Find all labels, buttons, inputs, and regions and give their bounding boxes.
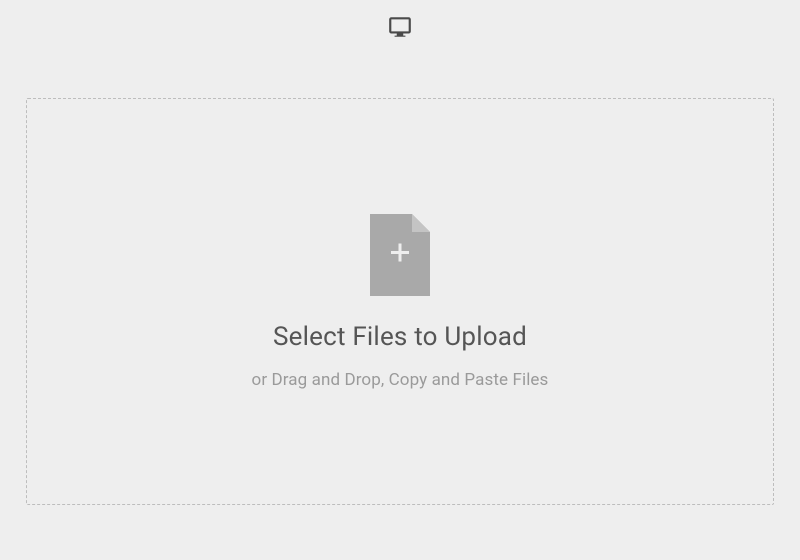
desktop-icon[interactable] <box>387 14 413 40</box>
file-dropzone[interactable]: Select Files to Upload or Drag and Drop,… <box>26 98 774 505</box>
top-bar <box>0 0 800 54</box>
dropzone-title: Select Files to Upload <box>273 322 527 352</box>
file-plus-icon <box>370 214 430 296</box>
dropzone-subtitle: or Drag and Drop, Copy and Paste Files <box>252 370 549 390</box>
